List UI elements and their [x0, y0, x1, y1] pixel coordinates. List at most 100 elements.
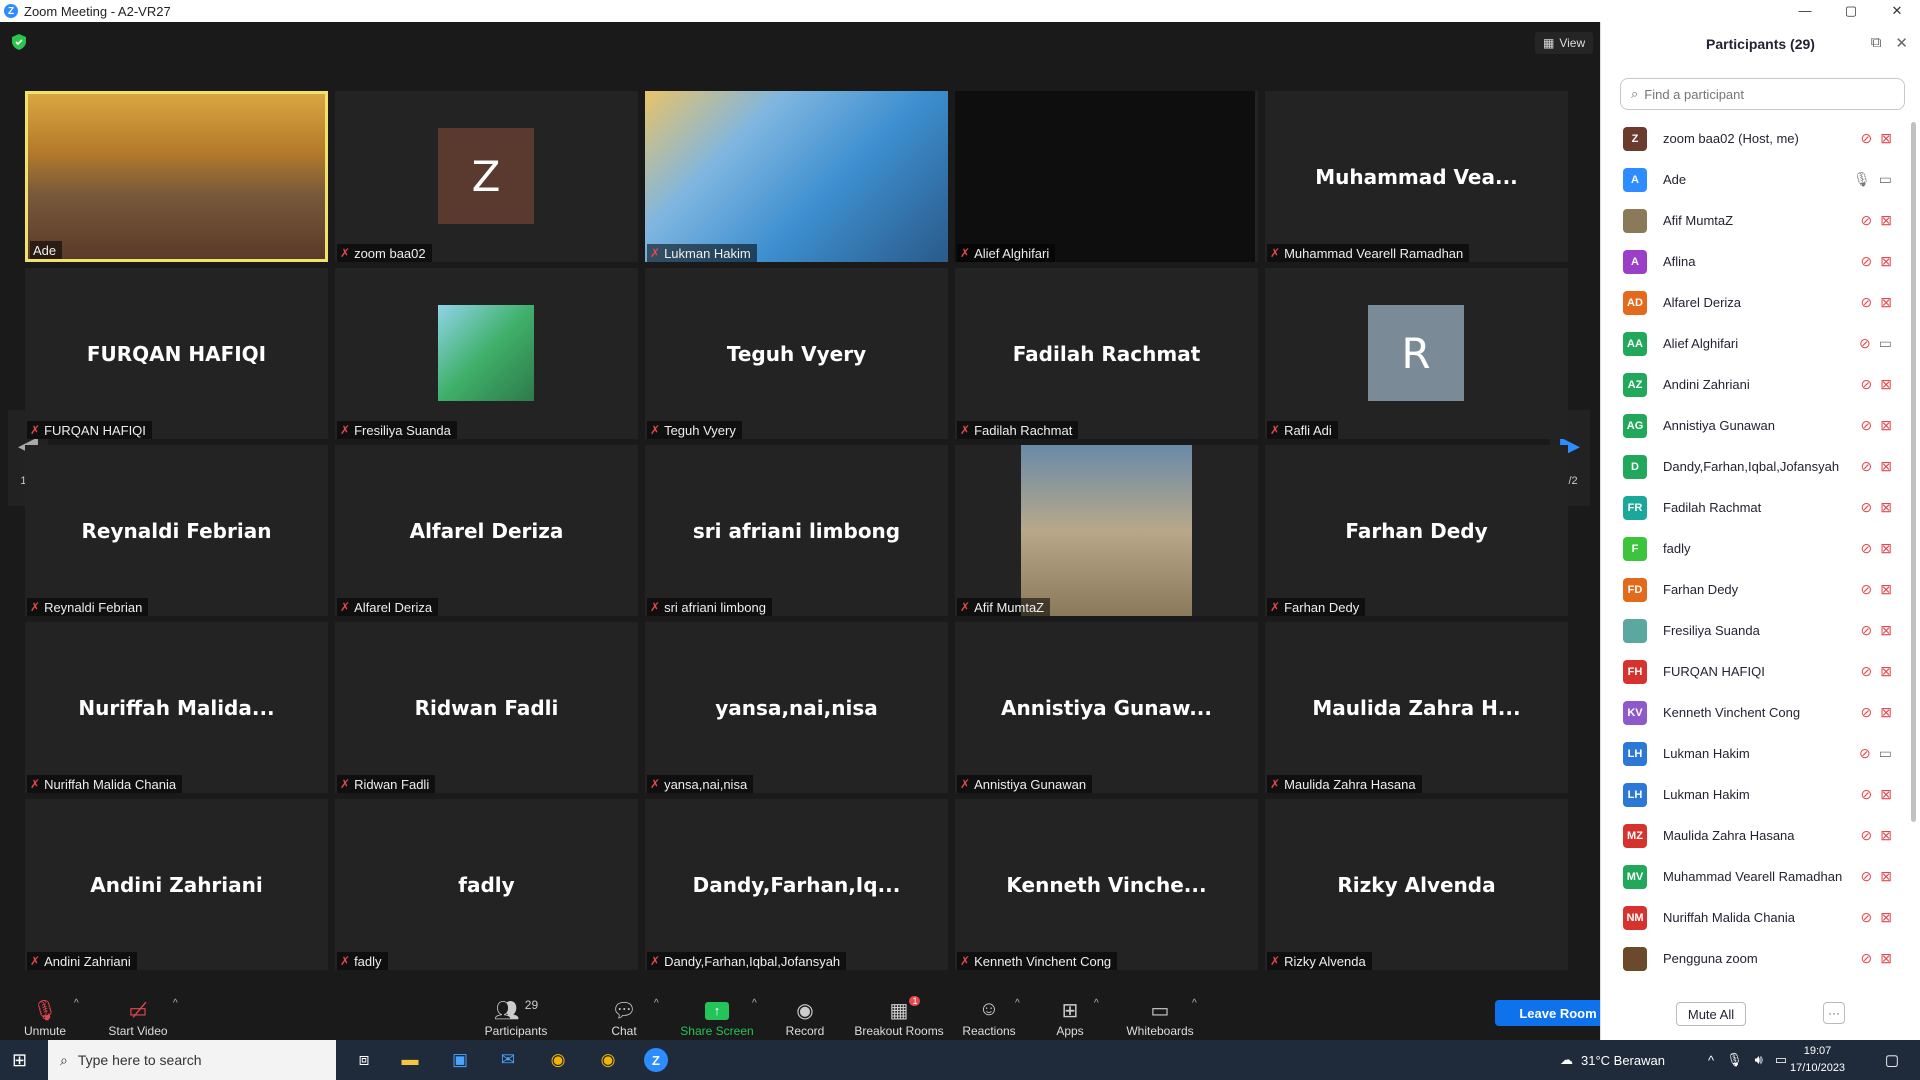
participant-row[interactable]: NM Nuriffah Malida Chania ⊘ ⊠ [1601, 897, 1906, 938]
unmute-button[interactable]: 🎙︎ Unmute [20, 990, 70, 1038]
video-tile[interactable]: Fadilah Rachmat ✗ Fadilah Rachmat [955, 268, 1258, 439]
notification-icon[interactable]: ▢ [1878, 1048, 1906, 1072]
camera-off-icon[interactable]: ⊠ [1880, 622, 1892, 639]
participant-search[interactable]: ⌕ [1620, 78, 1905, 110]
mic-muted-icon[interactable]: ⊘ [1861, 458, 1873, 475]
start-video-button[interactable]: ▭̸ Start Video [106, 990, 170, 1038]
chat-options-caret-icon[interactable]: ^ [654, 998, 659, 1009]
camera-off-icon[interactable]: ⊠ [1880, 458, 1892, 475]
mic-muted-icon[interactable]: ⊘ [1861, 909, 1873, 926]
participants-button[interactable]: 👥︎ 29 Participants [480, 990, 552, 1038]
video-tile[interactable]: Z ✗ zoom baa02 [335, 91, 638, 262]
mic-muted-icon[interactable]: ⊘ [1861, 622, 1873, 639]
chat-button[interactable]: 💬︎ Chat [608, 990, 640, 1038]
taskbar-search[interactable]: ⌕ Type here to search [48, 1040, 336, 1080]
tray-expand-icon[interactable]: ^ [1708, 1053, 1714, 1068]
mic-muted-icon[interactable]: ⊘ [1861, 499, 1873, 516]
participant-row[interactable]: Fresiliya Suanda ⊘ ⊠ [1601, 610, 1906, 651]
video-tile[interactable]: ✗ Afif MumtaZ [955, 445, 1258, 616]
participant-row[interactable]: FR Fadilah Rachmat ⊘ ⊠ [1601, 487, 1906, 528]
task-view-icon[interactable]: ⧈ [350, 1048, 378, 1072]
minimize-button[interactable]: — [1782, 0, 1828, 22]
video-tile[interactable]: Nuriffah Malida... ✗ Nuriffah Malida Chani… [25, 622, 328, 793]
mic-muted-icon[interactable]: ⊘ [1861, 130, 1873, 147]
camera-off-icon[interactable]: ⊠ [1880, 376, 1892, 393]
video-tile[interactable]: sri afriani limbong ✗ sri afriani limbong [645, 445, 948, 616]
video-tile[interactable]: Annistiya Gunaw... ✗ Annistiya Gunawan [955, 622, 1258, 793]
participant-row[interactable]: Afif MumtaZ ⊘ ⊠ [1601, 200, 1906, 241]
camera-icon[interactable]: ▭ [1879, 171, 1892, 188]
video-tile[interactable]: Dandy,Farhan,Iq... ✗ Dandy,Farhan,Iqbal,Jo… [645, 799, 948, 970]
participant-row[interactable]: Ffadly ⊘ ⊠ [1601, 528, 1906, 569]
participant-row[interactable]: AA Alief Alghifari ⊘ ▭ [1601, 323, 1906, 364]
participant-row[interactable]: KV Kenneth Vinchent Cong ⊘ ⊠ [1601, 692, 1906, 733]
video-tile[interactable]: ✗ Lukman Hakim [645, 91, 948, 262]
breakout-rooms-button[interactable]: ▦ 1 Breakout Rooms [853, 990, 945, 1038]
network-icon[interactable]: ▭ [1775, 1052, 1787, 1068]
mail-icon[interactable]: ✉ [494, 1048, 522, 1072]
windows-start-icon[interactable]: ⊞ [12, 1050, 27, 1071]
weather-widget[interactable]: ☁ 31°C Berawan [1560, 1040, 1665, 1080]
camera-icon[interactable]: ▭ [1879, 745, 1892, 762]
store-icon[interactable]: ▣ [446, 1048, 474, 1072]
video-tile[interactable]: FURQAN HAFIQI ✗ FURQAN HAFIQI [25, 268, 328, 439]
camera-off-icon[interactable]: ⊠ [1880, 294, 1892, 311]
maximize-button[interactable]: ▢ [1828, 0, 1874, 22]
video-tile[interactable]: Muhammad Vea... ✗ Muhammad Vearell Ramadha… [1265, 91, 1568, 262]
camera-off-icon[interactable]: ⊠ [1880, 499, 1892, 516]
reactions-caret-icon[interactable]: ^ [1015, 998, 1020, 1009]
record-button[interactable]: ◉ Record [785, 990, 825, 1038]
participant-row[interactable]: A Ade 🎙︎ ▭ [1601, 159, 1906, 200]
participant-row[interactable]: A Aflina ⊘ ⊠ [1601, 241, 1906, 282]
encryption-shield-icon[interactable] [12, 34, 28, 50]
mic-muted-icon[interactable]: ⊘ [1859, 335, 1871, 352]
camera-off-icon[interactable]: ⊠ [1880, 540, 1892, 557]
video-tile[interactable]: Reynaldi Febrian ✗ Reynaldi Febrian [25, 445, 328, 616]
participant-row[interactable]: FD Farhan Dedy ⊘ ⊠ [1601, 569, 1906, 610]
participant-row[interactable]: MZ Maulida Zahra Hasana ⊘ ⊠ [1601, 815, 1906, 856]
camera-off-icon[interactable]: ⊠ [1880, 827, 1892, 844]
video-tile[interactable]: Kenneth Vinche... ✗ Kenneth Vinchent Cong [955, 799, 1258, 970]
participant-row[interactable]: Pengguna zoom ⊘ ⊠ [1601, 938, 1906, 979]
video-tile[interactable]: fadly ✗ fadly [335, 799, 638, 970]
camera-off-icon[interactable]: ⊠ [1880, 950, 1892, 967]
video-tile[interactable]: Teguh Vyery ✗ Teguh Vyery [645, 268, 948, 439]
mic-muted-icon[interactable]: ⊘ [1859, 745, 1871, 762]
mic-muted-icon[interactable]: ⊘ [1861, 376, 1873, 393]
participant-row[interactable]: FH FURQAN HAFIQI ⊘ ⊠ [1601, 651, 1906, 692]
audio-options-caret-icon[interactable]: ^ [74, 998, 79, 1009]
video-tile[interactable]: ✗ Fresiliya Suanda [335, 268, 638, 439]
participant-row[interactable]: MV Muhammad Vearell Ramadhan ⊘ ⊠ [1601, 856, 1906, 897]
mic-muted-icon[interactable]: ⊘ [1861, 540, 1873, 557]
mic-muted-icon[interactable]: ⊘ [1861, 253, 1873, 270]
share-options-caret-icon[interactable]: ^ [752, 998, 757, 1009]
mic-muted-icon[interactable]: ⊘ [1861, 417, 1873, 434]
participant-list-scrollbar[interactable] [1911, 122, 1916, 822]
camera-icon[interactable]: ▭ [1879, 335, 1892, 352]
close-panel-icon[interactable]: ✕ [1895, 34, 1908, 52]
file-explorer-icon[interactable]: ▬ [396, 1048, 424, 1072]
camera-off-icon[interactable]: ⊠ [1880, 663, 1892, 680]
video-tile[interactable]: Andini Zahriani ✗ Andini Zahriani [25, 799, 328, 970]
video-tile[interactable]: Maulida Zahra H... ✗ Maulida Zahra Hasana [1265, 622, 1568, 793]
camera-off-icon[interactable]: ⊠ [1880, 704, 1892, 721]
video-tile[interactable]: ✗ Alief Alghifari [955, 91, 1258, 262]
participant-row[interactable]: LH Lukman Hakim ⊘ ⊠ [1601, 774, 1906, 815]
mic-muted-icon[interactable]: ⊘ [1861, 786, 1873, 803]
popout-icon[interactable]: ⧉ [1871, 34, 1882, 52]
video-tile[interactable]: Ridwan Fadli ✗ Ridwan Fadli [335, 622, 638, 793]
video-tile[interactable]: Ade [25, 91, 328, 262]
participant-row[interactable]: D Dandy,Farhan,Iqbal,Jofansyah ⊘ ⊠ [1601, 446, 1906, 487]
mute-all-button[interactable]: Mute All [1676, 1002, 1746, 1026]
mic-tray-icon[interactable]: 🎙︎ [1726, 1052, 1743, 1068]
camera-off-icon[interactable]: ⊠ [1880, 868, 1892, 885]
video-tile[interactable]: yansa,nai,nisa ✗ yansa,nai,nisa [645, 622, 948, 793]
volume-icon[interactable]: 🔊︎ [1755, 1052, 1763, 1068]
zoom-taskbar-icon[interactable]: Z [644, 1048, 668, 1072]
video-options-caret-icon[interactable]: ^ [173, 998, 178, 1009]
camera-off-icon[interactable]: ⊠ [1880, 581, 1892, 598]
video-tile[interactable]: Alfarel Deriza ✗ Alfarel Deriza [335, 445, 638, 616]
participant-row[interactable]: LH Lukman Hakim ⊘ ▭ [1601, 733, 1906, 774]
chrome-icon[interactable]: ◉ [544, 1048, 572, 1072]
view-button[interactable]: ▦ View [1535, 32, 1594, 54]
